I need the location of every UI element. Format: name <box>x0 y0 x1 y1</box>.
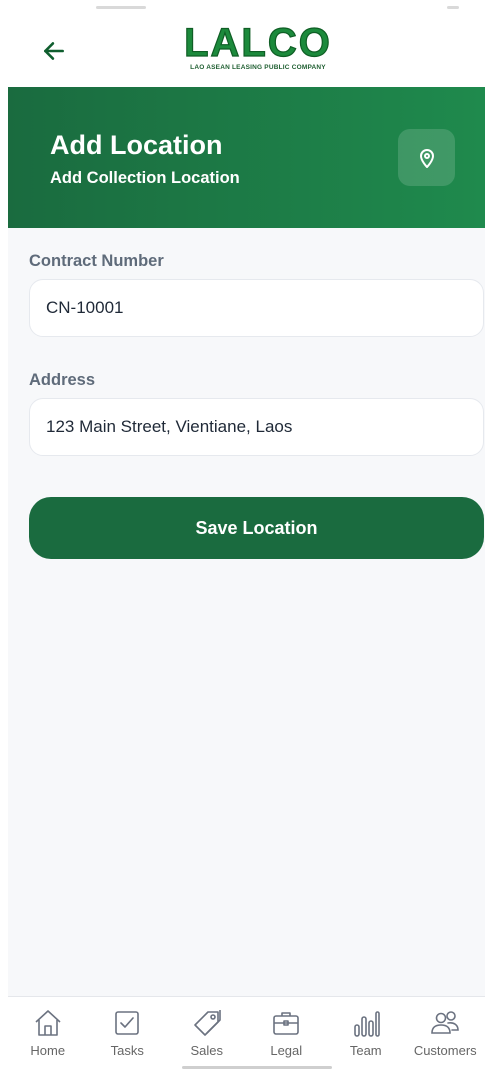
home-indicator[interactable] <box>182 1066 332 1069</box>
nav-item-legal[interactable]: Legal <box>247 997 327 1071</box>
address-label: Address <box>29 371 96 389</box>
address-input[interactable] <box>29 398 484 456</box>
nav-item-home[interactable]: Home <box>8 997 88 1071</box>
logo-wordmark: LALCO <box>184 21 332 65</box>
nav-label-tasks: Tasks <box>110 1043 144 1058</box>
page-subtitle: Add Collection Location <box>50 169 240 187</box>
briefcase-icon <box>270 1007 302 1039</box>
page-hero: Add Location Add Collection Location <box>8 87 485 228</box>
home-icon <box>32 1007 64 1039</box>
location-badge <box>398 129 455 186</box>
save-location-button[interactable]: Save Location <box>29 497 484 559</box>
nav-label-home: Home <box>30 1043 66 1058</box>
nav-item-customers[interactable]: Customers <box>406 997 486 1071</box>
nav-label-customers: Customers <box>413 1043 477 1058</box>
status-bar-indicator <box>96 6 146 9</box>
contract-number-label: Contract Number <box>29 252 164 270</box>
arrow-left-icon <box>44 42 64 60</box>
contract-number-input[interactable] <box>29 279 484 337</box>
nav-item-team[interactable]: Team <box>326 997 406 1071</box>
lalco-logo: LALCO LAO ASEAN LEASING PUBLIC COMPANY <box>168 21 348 76</box>
top-bar: LALCO LAO ASEAN LEASING PUBLIC COMPANY <box>8 0 485 87</box>
app-screen: LALCO LAO ASEAN LEASING PUBLIC COMPANY A… <box>0 0 493 1071</box>
bar-chart-icon <box>350 1007 382 1039</box>
map-pin-icon <box>419 148 434 168</box>
nav-label-team: Team <box>349 1043 382 1058</box>
nav-item-sales[interactable]: Sales <box>167 997 247 1071</box>
back-button[interactable] <box>36 33 72 69</box>
nav-item-tasks[interactable]: Tasks <box>88 997 168 1071</box>
bottom-navigation: Home Tasks Sales Legal Team Customers <box>8 996 485 1071</box>
status-bar-dot <box>447 6 459 9</box>
tag-icon <box>191 1007 223 1039</box>
logo-subtitle: LAO ASEAN LEASING PUBLIC COMPANY <box>190 64 326 71</box>
users-icon <box>429 1007 461 1039</box>
nav-label-sales: Sales <box>190 1043 224 1058</box>
checkbox-icon <box>111 1007 143 1039</box>
page-title: Add Location <box>50 130 223 160</box>
nav-label-legal: Legal <box>270 1043 303 1058</box>
